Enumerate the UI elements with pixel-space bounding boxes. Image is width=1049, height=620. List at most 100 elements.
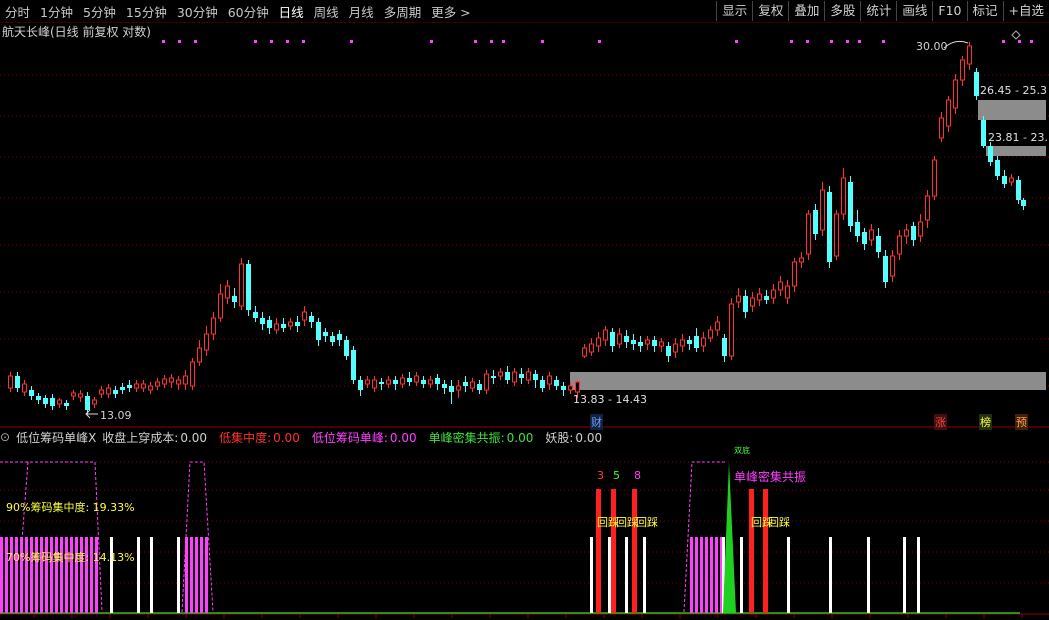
price-range-label-3: 13.83 - 14.43 [573,393,647,406]
candle [533,370,538,388]
candle [855,210,860,242]
toolbar-button-4[interactable]: 统计 [860,1,896,21]
signal-dot [270,40,273,43]
indicator-item-value: 0.00 [180,430,208,445]
resistance-zone-1 [978,100,1046,120]
candle [918,214,923,242]
period-tab-7[interactable]: 周线 [309,2,344,21]
toolbar-button-0[interactable]: 显示 [716,1,752,21]
period-tab-9[interactable]: 多周期 [379,2,427,21]
toolbar-button-7[interactable]: 标记 [966,1,1003,21]
candle-body [547,375,552,385]
period-tab-10[interactable]: 更多 > [426,2,475,21]
candle-body [302,311,307,321]
candle-body [652,340,657,346]
candle [750,292,755,312]
chip-bar [190,537,193,613]
candle-body [29,390,34,396]
toolbar-button-6[interactable]: F10 [932,1,966,21]
chart-canvas[interactable] [0,0,1049,620]
toolbar-button-1[interactable]: 复权 [752,1,788,21]
toolbar-button-8[interactable]: +自选 [1002,1,1049,21]
chip-bar [705,537,708,613]
signal-bar-white [177,537,180,613]
candle-body [645,339,650,345]
candle-body [519,374,524,378]
candle [225,280,230,304]
candle-body [400,377,405,385]
candle-body [960,59,965,81]
candle [603,326,608,346]
period-tab-1[interactable]: 1分钟 [35,2,78,21]
signal-dot [1018,40,1021,43]
indicator-item-label: 低位筹码单峰: [311,430,388,445]
chip-bar [690,537,693,613]
candle-body [925,195,930,221]
candle [652,336,657,352]
price-range-label-2: 23.81 - 23. [988,131,1048,144]
candle-body [253,312,258,318]
toolbar-button-3[interactable]: 多股 [824,1,860,21]
candle-body [393,380,398,384]
candle [561,382,566,396]
period-tab-5[interactable]: 60分钟 [223,2,274,21]
signal-dot [735,40,738,43]
candle [701,332,706,352]
low-price-label: 13.09 [100,409,132,422]
signal-bar-white [917,537,920,613]
chip-bar [695,537,698,613]
candle-body [771,289,776,299]
period-tab-2[interactable]: 5分钟 [78,2,121,21]
candle [470,378,475,392]
candle [148,382,153,394]
candle-body [624,336,629,342]
price-range-label-1: 26.45 - 25.3 [980,84,1047,97]
period-tab-0[interactable]: 分时 [0,2,35,21]
candle [876,228,881,258]
ranking-marker[interactable]: 榜 [979,414,992,430]
limit-up-marker[interactable]: 涨 [934,414,947,430]
signal-dot [254,40,257,43]
candle [624,330,629,348]
candle-body [918,221,923,237]
candle-body [484,373,489,391]
candle [610,328,615,352]
candle [477,380,482,394]
forecast-marker[interactable]: 预 [1015,414,1028,430]
candle-body [127,385,132,388]
indicator-item-value: 0.00 [506,430,534,445]
toolbar-button-5[interactable]: 画线 [896,1,932,21]
candle-body [638,342,643,346]
candle-body [225,285,230,299]
chip-bar [0,537,3,613]
period-tab-6[interactable]: 日线 [274,2,309,21]
period-tab-8[interactable]: 月线 [344,2,379,21]
candle [113,386,118,398]
signal-bar-white [903,537,906,613]
candle-body [211,317,216,335]
period-tab-4[interactable]: 30分钟 [172,2,223,21]
candle [687,336,692,350]
candle-body [428,379,433,385]
signal-dot [474,40,477,43]
chip-bar [715,537,718,613]
period-toolbar: 分时 1分钟 5分钟 15分钟 30分钟 60分钟 日线 周线 月线 多周期 更多 > 显示 复权 叠加… [0,0,1049,23]
candle [547,372,552,390]
candle-body [309,316,314,322]
candle [239,258,244,310]
candle [554,376,559,390]
signal-dot [846,40,849,43]
candle [106,384,111,398]
candle-body [708,329,713,339]
candle [8,372,13,392]
candle-body [1009,177,1014,183]
candle [435,374,440,390]
indicator-collapse-icon[interactable]: ⊙ [0,430,10,444]
candle-body [876,236,881,252]
period-tab-3[interactable]: 15分钟 [121,2,172,21]
toolbar-button-2[interactable]: 叠加 [788,1,824,21]
indicator-name[interactable]: 低位筹码单峰X [16,429,96,446]
candle-body [267,320,272,328]
chip-bar [200,537,203,613]
candle [358,376,363,396]
